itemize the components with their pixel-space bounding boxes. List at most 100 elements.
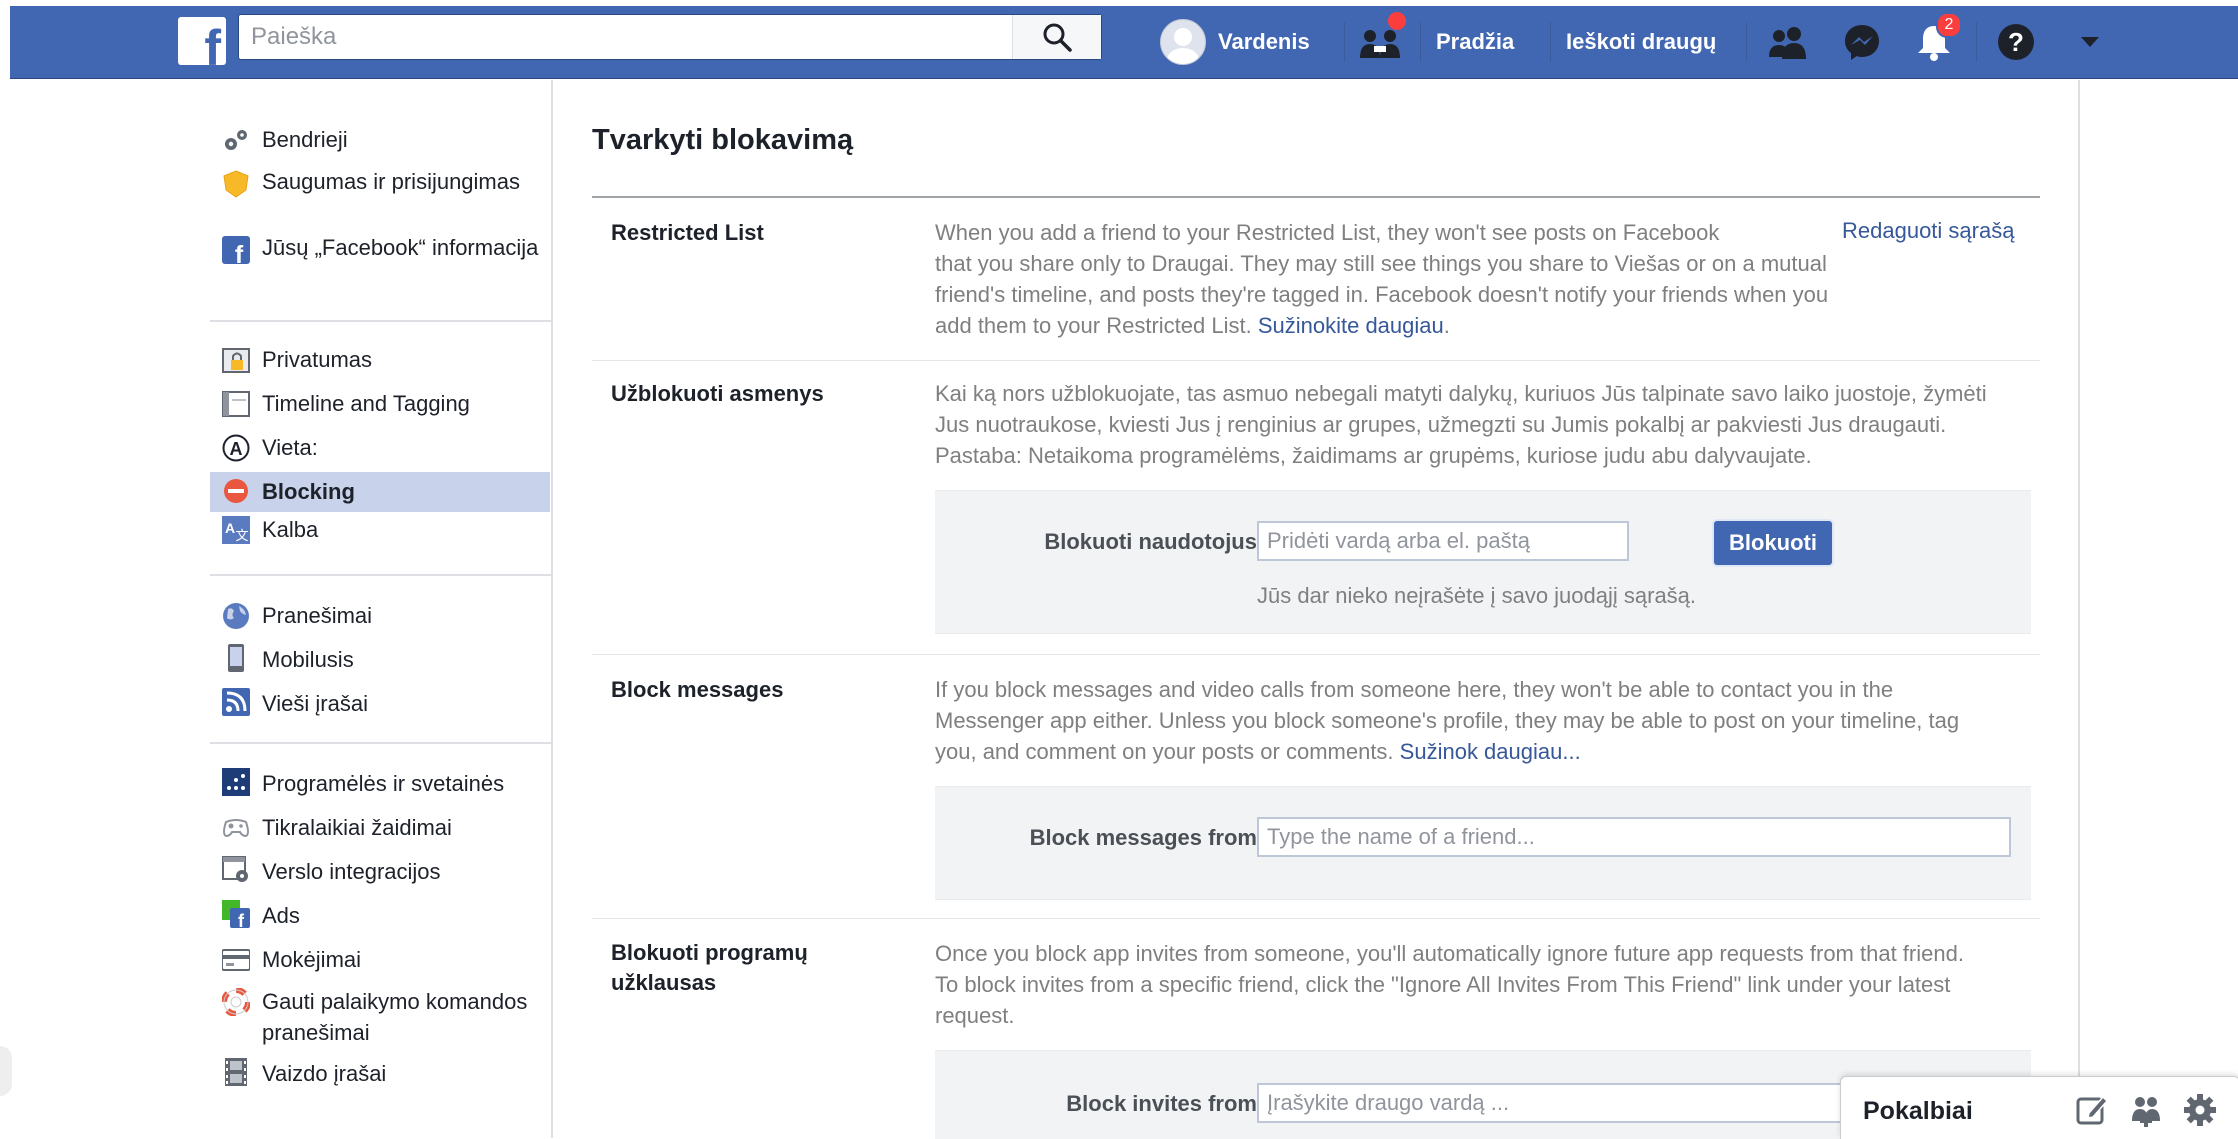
sidebar-item-label: Pranešimai	[262, 603, 373, 628]
profile-link[interactable]: Vardenis	[1160, 6, 1310, 78]
sidebar-item-payments[interactable]: Mokėjimai	[210, 942, 550, 982]
description-text: add them to your Restricted List.	[935, 313, 1252, 338]
sidebar-item-label: Tikralaikiai žaidimai	[262, 815, 452, 840]
home-label: Pradžia	[1436, 29, 1515, 54]
description-line: Pastaba: Netaikoma programėlėms, žaidima…	[935, 443, 1812, 468]
description-line: Messenger app either. Unless you block s…	[935, 708, 1960, 733]
learn-more-link[interactable]: Sužinok daugiau...	[1400, 739, 1581, 764]
block-button[interactable]: Blokuoti	[1714, 521, 1832, 565]
block-messages-panel: Block messages from	[935, 786, 2031, 900]
description-line: you, and comment on your posts or commen…	[935, 736, 1959, 767]
block-messages-input[interactable]	[1257, 817, 2011, 857]
new-message-icon[interactable]	[2075, 1093, 2109, 1127]
nav-separator	[1344, 22, 1345, 62]
sidebar-item-videos[interactable]: Vaizdo įrašai	[210, 1056, 550, 1096]
description-line: When you add a friend to your Restricted…	[935, 220, 1720, 245]
messenger-button[interactable]	[1838, 6, 1886, 78]
sidebar-item-business-integrations[interactable]: Verslo integracijos	[210, 854, 550, 894]
block-users-description: Kai ką nors užblokuojate, tas asmuo nebe…	[935, 378, 1987, 471]
sidebar-item-apps-websites[interactable]: Programėlės ir svetainės	[210, 766, 550, 806]
description-line: request.	[935, 1003, 1015, 1028]
rss-icon	[222, 688, 250, 716]
facebook-logo-icon[interactable]: f	[178, 17, 226, 65]
sidebar-divider	[210, 320, 552, 322]
sidebar-item-label: Timeline and Tagging	[262, 391, 470, 416]
privacy-lock-icon	[222, 348, 250, 373]
top-bar-inner: f Vardenis	[10, 6, 2238, 79]
sidebar-item-mobile[interactable]: Mobilusis	[210, 642, 550, 682]
friend-requests-button[interactable]	[1764, 6, 1812, 78]
sidebar-item-notifications[interactable]: Pranešimai	[210, 598, 550, 638]
sidebar-item-public-posts[interactable]: Vieši įrašai	[210, 686, 550, 726]
payment-card-icon	[222, 949, 250, 971]
description-line: friend's timeline, and posts they're tag…	[935, 282, 1829, 307]
sidebar-item-general[interactable]: Bendrieji	[210, 122, 550, 162]
sidebar-item-your-facebook-info[interactable]: f Jūsų „Facebook“ informacija	[210, 232, 550, 298]
learn-more-link[interactable]: Sužinokite daugiau	[1258, 313, 1444, 338]
sidebar-item-support-inbox[interactable]: Gauti palaikymo komandos pranešimai	[210, 986, 550, 1052]
description-line: add them to your Restricted List. Sužino…	[935, 313, 1450, 338]
block-users-input[interactable]	[1257, 521, 1629, 561]
svg-text:f: f	[238, 911, 245, 928]
location-icon: A	[222, 434, 250, 462]
find-friends-link[interactable]: Ieškoti draugų	[1566, 6, 1716, 78]
sidebar-item-label: Verslo integracijos	[262, 859, 441, 884]
settings-sidebar: Bendrieji Saugumas ir prisijungimas f Jū…	[210, 80, 552, 1138]
sidebar-item-security[interactable]: Saugumas ir prisijungimas	[210, 166, 550, 232]
nav-separator	[1420, 22, 1421, 62]
sidebar-item-label: Kalba	[262, 517, 319, 542]
edit-list-link[interactable]: Redaguoti sąrašą	[1842, 218, 2014, 244]
find-friends-label: Ieškoti draugų	[1566, 29, 1717, 54]
language-icon: A 文	[222, 516, 250, 544]
create-group-icon[interactable]	[2129, 1093, 2163, 1127]
sidebar-item-language[interactable]: A 文 Kalba	[210, 514, 550, 554]
home-link[interactable]: Pradžia	[1436, 6, 1514, 78]
sidebar-item-instant-games[interactable]: Tikralaikiai žaidimai	[210, 810, 550, 850]
search-icon	[1043, 23, 1072, 52]
security-badge-icon	[223, 170, 249, 198]
sidebar-item-label: Mobilusis	[262, 647, 354, 672]
messenger-icon	[1845, 25, 1879, 60]
sidebar-item-timeline-tagging[interactable]: Timeline and Tagging	[210, 386, 550, 426]
timeline-icon	[222, 391, 250, 417]
svg-text:A: A	[225, 520, 235, 536]
chat-dock[interactable]: Pokalbiai	[1840, 1076, 2238, 1139]
nav-separator	[1976, 22, 1977, 62]
nav-separator	[1746, 22, 1747, 62]
help-button[interactable]: ?	[1994, 6, 2038, 78]
sidebar-item-blocking[interactable]: Blocking	[210, 472, 550, 512]
search-input[interactable]	[239, 15, 999, 59]
facebook-icon: f	[222, 236, 250, 264]
row-divider	[592, 360, 2040, 361]
globe-icon	[223, 603, 249, 629]
sidebar-item-label: Bendrieji	[262, 127, 348, 152]
avatar	[1160, 19, 1206, 65]
sidebar-item-label: Programėlės ir svetainės	[262, 771, 505, 796]
sidebar-item-label: Vieta:	[262, 435, 318, 460]
gamepad-icon	[223, 819, 249, 838]
title-line: užklausas	[611, 970, 717, 995]
sidebar-item-location[interactable]: A Vieta:	[210, 430, 550, 470]
help-icon: ?	[1998, 24, 2034, 60]
sidebar-divider	[210, 742, 552, 744]
restricted-list-title: Restricted List	[611, 220, 764, 245]
row-divider	[592, 918, 2040, 919]
page-title: Tvarkyti blokavimą	[592, 124, 854, 156]
chat-settings-icon[interactable]	[2183, 1093, 2217, 1127]
sidebar-item-label: Jūsų „Facebook“ informacija	[262, 235, 539, 260]
block-users-title: Užblokuoti asmenys	[611, 381, 824, 406]
search-button[interactable]	[1012, 15, 1101, 59]
film-icon	[225, 1058, 247, 1086]
description-line: Jus nuotraukose, kviesti Jus į renginius…	[935, 412, 1947, 437]
sidebar-item-ads[interactable]: f Ads	[210, 898, 550, 938]
logo-letter: f	[204, 20, 221, 65]
sidebar-item-label: Mokėjimai	[262, 947, 362, 972]
sidebar-item-privacy[interactable]: Privatumas	[210, 342, 550, 382]
notifications-button[interactable]: 2	[1910, 6, 1962, 78]
description-line: that you share only to Draugai. They may…	[935, 251, 1827, 276]
block-users-panel: Blokuoti naudotojus Blokuoti Jūs dar nie…	[935, 490, 2031, 634]
gears-icon	[225, 130, 247, 150]
groups-button[interactable]	[1358, 6, 1406, 78]
account-menu-button[interactable]	[2074, 6, 2106, 78]
svg-text:文: 文	[235, 529, 248, 544]
